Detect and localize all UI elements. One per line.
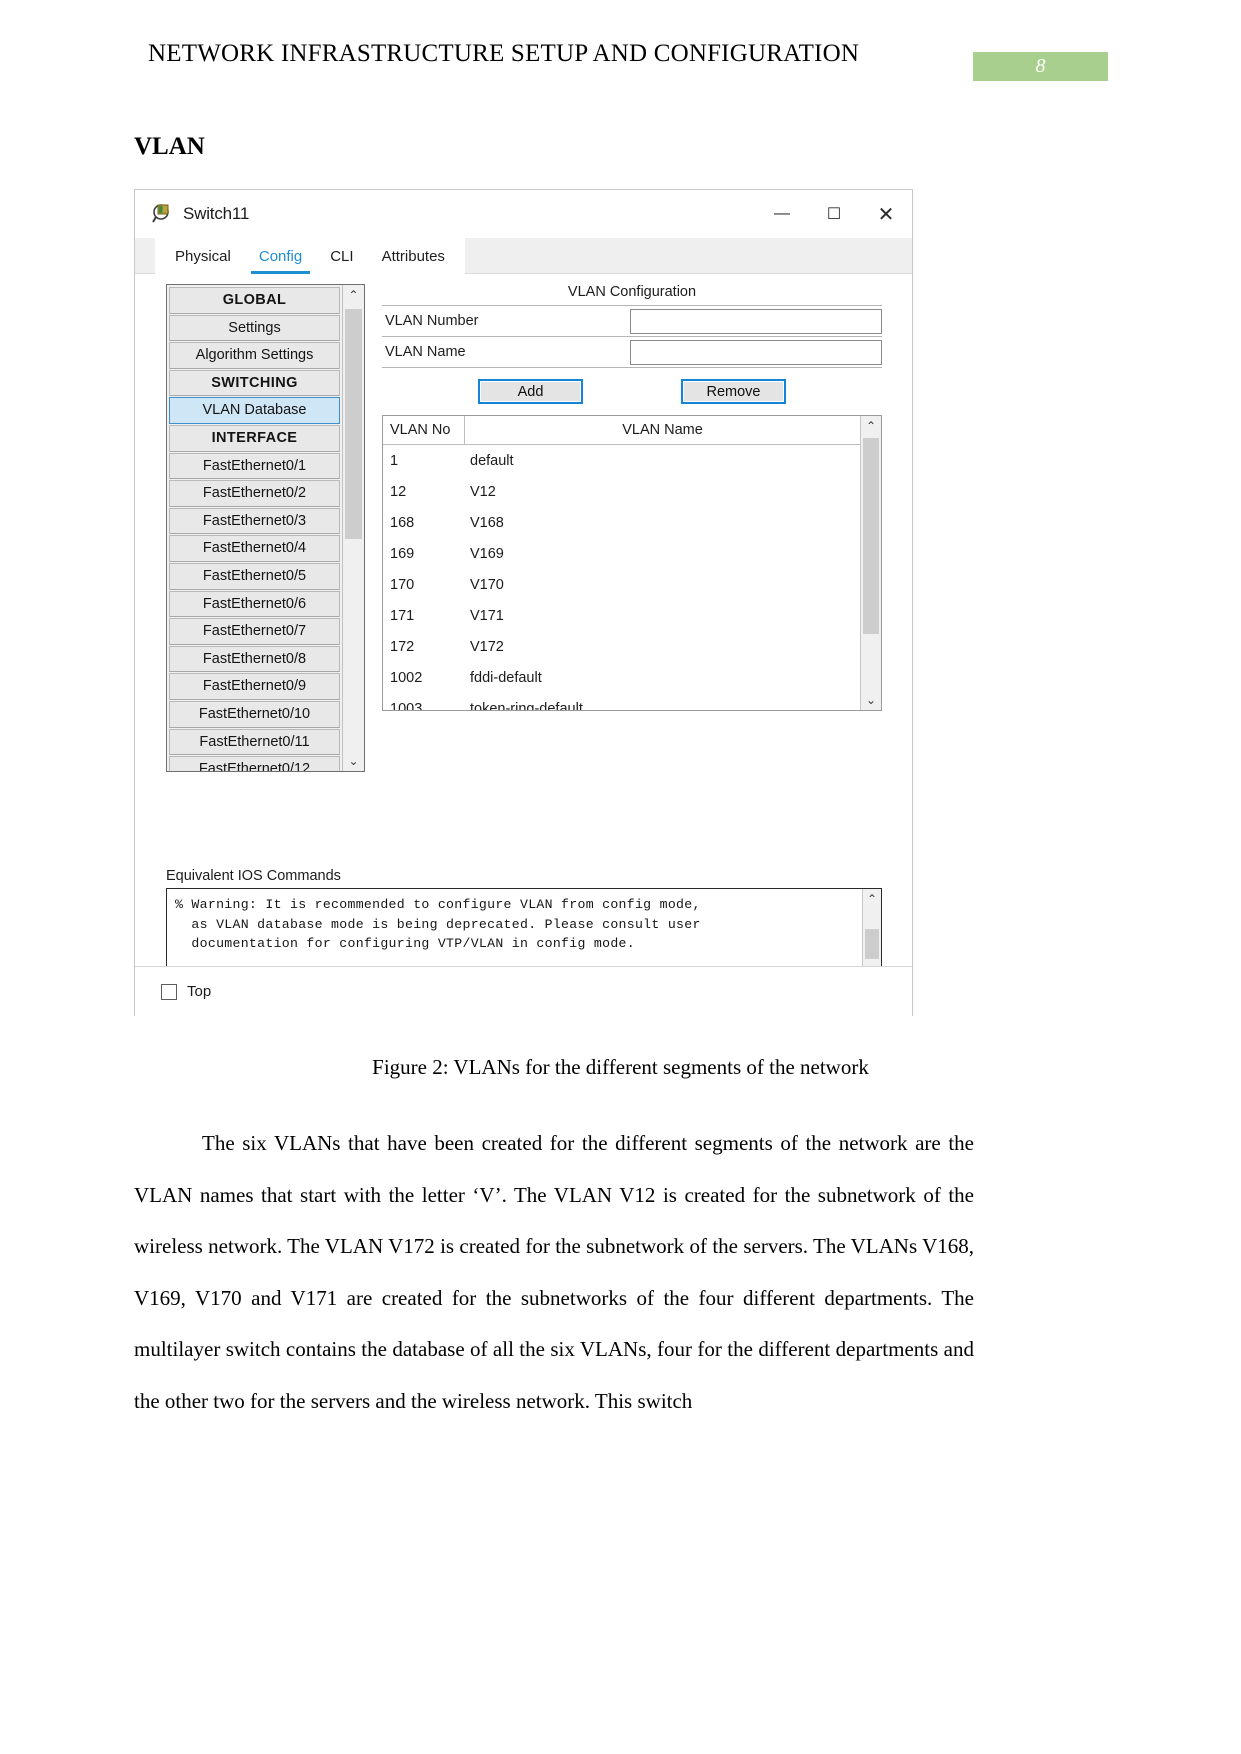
scroll-down-icon[interactable]: ⌄ <box>861 690 881 710</box>
cell-vlan-name: V168 <box>470 514 504 531</box>
cell-vlan-no: 170 <box>390 576 415 593</box>
minimize-button[interactable]: — <box>756 190 808 238</box>
list-item-fa0-4[interactable]: FastEthernet0/4 <box>169 535 340 562</box>
vlan-name-label: VLAN Name <box>385 344 466 360</box>
list-item-fa0-11[interactable]: FastEthernet0/11 <box>169 728 340 756</box>
list-item-algorithm-settings[interactable]: Algorithm Settings <box>169 342 340 369</box>
vlan-table-header: VLAN No VLAN Name <box>383 416 860 445</box>
config-panel: GLOBAL Settings Algorithm Settings SWITC… <box>135 274 912 1016</box>
ios-commands-label: Equivalent IOS Commands <box>166 868 341 884</box>
vlan-configuration-section: VLAN Configuration VLAN Number VLAN Name… <box>382 284 882 711</box>
tab-attributes[interactable]: Attributes <box>368 238 459 274</box>
list-item-fa0-9[interactable]: FastEthernet0/9 <box>169 673 340 700</box>
list-group-global[interactable]: GLOBAL <box>169 287 340 314</box>
vlan-table: VLAN No VLAN Name 1 default 12 V12 168 V… <box>382 415 882 711</box>
top-checkbox-label: Top <box>187 983 212 1000</box>
cell-vlan-name: V169 <box>470 545 504 562</box>
cell-vlan-no: 1003 <box>390 700 423 711</box>
scroll-up-icon[interactable]: ⌃ <box>861 416 881 436</box>
vlan-table-body: VLAN No VLAN Name 1 default 12 V12 168 V… <box>383 416 860 710</box>
vlan-number-row: VLAN Number <box>382 306 882 337</box>
table-row[interactable]: 172 V172 <box>383 631 860 662</box>
vlan-name-row: VLAN Name <box>382 337 882 368</box>
component-list: GLOBAL Settings Algorithm Settings SWITC… <box>166 284 365 772</box>
page-number-badge: 8 <box>973 52 1108 81</box>
cell-vlan-name: V172 <box>470 638 504 655</box>
packet-tracer-window: Switch11 — ☐ ✕ Physical Config CLI Attri… <box>134 189 913 1016</box>
list-item-fa0-7[interactable]: FastEthernet0/7 <box>169 618 340 645</box>
list-item-fa0-3[interactable]: FastEthernet0/3 <box>169 507 340 535</box>
cell-vlan-name: default <box>470 452 514 469</box>
figure-caption: Figure 2: VLANs for the different segmen… <box>372 1055 869 1079</box>
top-checkbox[interactable] <box>161 983 177 1000</box>
list-item-fa0-10[interactable]: FastEthernet0/10 <box>169 700 340 728</box>
list-item-vlan-database[interactable]: VLAN Database <box>169 397 340 424</box>
window-titlebar: Switch11 — ☐ ✕ <box>135 190 912 238</box>
table-row[interactable]: 170 V170 <box>383 569 860 600</box>
scroll-down-icon[interactable]: ⌄ <box>343 751 364 771</box>
cell-vlan-no: 12 <box>390 483 407 500</box>
table-row[interactable]: 168 V168 <box>383 507 860 538</box>
packet-tracer-icon <box>152 203 174 225</box>
window-controls: — ☐ ✕ <box>756 190 912 238</box>
scrollbar-thumb[interactable] <box>863 438 879 634</box>
cell-vlan-no: 168 <box>390 514 415 531</box>
tab-config[interactable]: Config <box>245 238 316 274</box>
cell-vlan-name: V171 <box>470 607 504 624</box>
vlan-name-input[interactable] <box>630 339 882 365</box>
scroll-up-icon[interactable]: ⌃ <box>863 889 881 909</box>
list-group-interface[interactable]: INTERFACE <box>169 424 340 452</box>
table-row[interactable]: 1 default <box>383 445 860 476</box>
scrollbar-thumb[interactable] <box>865 929 879 959</box>
vlan-number-input[interactable] <box>630 308 882 334</box>
scroll-up-icon[interactable]: ⌃ <box>343 285 364 305</box>
maximize-button[interactable]: ☐ <box>808 190 860 238</box>
table-row[interactable]: 1002 fddi-default <box>383 662 860 693</box>
list-item-settings[interactable]: Settings <box>169 314 340 342</box>
list-item-fa0-1[interactable]: FastEthernet0/1 <box>169 452 340 480</box>
list-item-fa0-8[interactable]: FastEthernet0/8 <box>169 645 340 673</box>
list-item-fa0-5[interactable]: FastEthernet0/5 <box>169 562 340 590</box>
section-heading: VLAN <box>134 133 205 160</box>
table-row[interactable]: 171 V171 <box>383 600 860 631</box>
cell-vlan-no: 1 <box>390 452 399 469</box>
cell-vlan-name: V12 <box>470 483 496 500</box>
vlan-number-label: VLAN Number <box>385 313 479 329</box>
tab-strip: Physical Config CLI Attributes <box>135 238 912 274</box>
tab-physical[interactable]: Physical <box>161 238 245 274</box>
cell-vlan-no: 171 <box>390 607 415 624</box>
component-list-scrollbar[interactable]: ⌃ ⌄ <box>342 285 364 771</box>
list-item-fa0-2[interactable]: FastEthernet0/2 <box>169 480 340 507</box>
window-footer: Top <box>135 966 912 1016</box>
close-button[interactable]: ✕ <box>860 190 912 238</box>
list-group-switching[interactable]: SWITCHING <box>169 369 340 397</box>
page-title: NETWORK INFRASTRUCTURE SETUP AND CONFIGU… <box>148 40 860 67</box>
document-header: NETWORK INFRASTRUCTURE SETUP AND CONFIGU… <box>0 0 1241 100</box>
cell-vlan-name: V170 <box>470 576 504 593</box>
tab-cli[interactable]: CLI <box>316 238 367 274</box>
cell-vlan-name: fddi-default <box>470 669 542 686</box>
body-paragraph: The six VLANs that have been created for… <box>134 1131 974 1413</box>
vlan-configuration-title: VLAN Configuration <box>382 284 882 306</box>
table-row[interactable]: 169 V169 <box>383 538 860 569</box>
table-row[interactable]: 1003 token-ring-default <box>383 693 860 711</box>
table-row[interactable]: 12 V12 <box>383 476 860 507</box>
component-list-items: GLOBAL Settings Algorithm Settings SWITC… <box>167 285 342 771</box>
cell-vlan-no: 169 <box>390 545 415 562</box>
column-header-vlan-no: VLAN No <box>383 416 465 444</box>
remove-button[interactable]: Remove <box>681 379 786 404</box>
vlan-action-buttons: Add Remove <box>382 379 882 404</box>
column-header-vlan-name: VLAN Name <box>622 422 703 438</box>
window-title: Switch11 <box>183 204 250 223</box>
add-button[interactable]: Add <box>478 379 583 404</box>
list-item-fa0-6[interactable]: FastEthernet0/6 <box>169 590 340 618</box>
cell-vlan-name: token-ring-default <box>470 700 583 711</box>
cell-vlan-no: 1002 <box>390 669 423 686</box>
scrollbar-thumb[interactable] <box>345 309 362 539</box>
list-item-fa0-12[interactable]: FastEthernet0/12 <box>169 756 340 771</box>
cell-vlan-no: 172 <box>390 638 415 655</box>
vlan-table-scrollbar[interactable]: ⌃ ⌄ <box>860 416 881 710</box>
